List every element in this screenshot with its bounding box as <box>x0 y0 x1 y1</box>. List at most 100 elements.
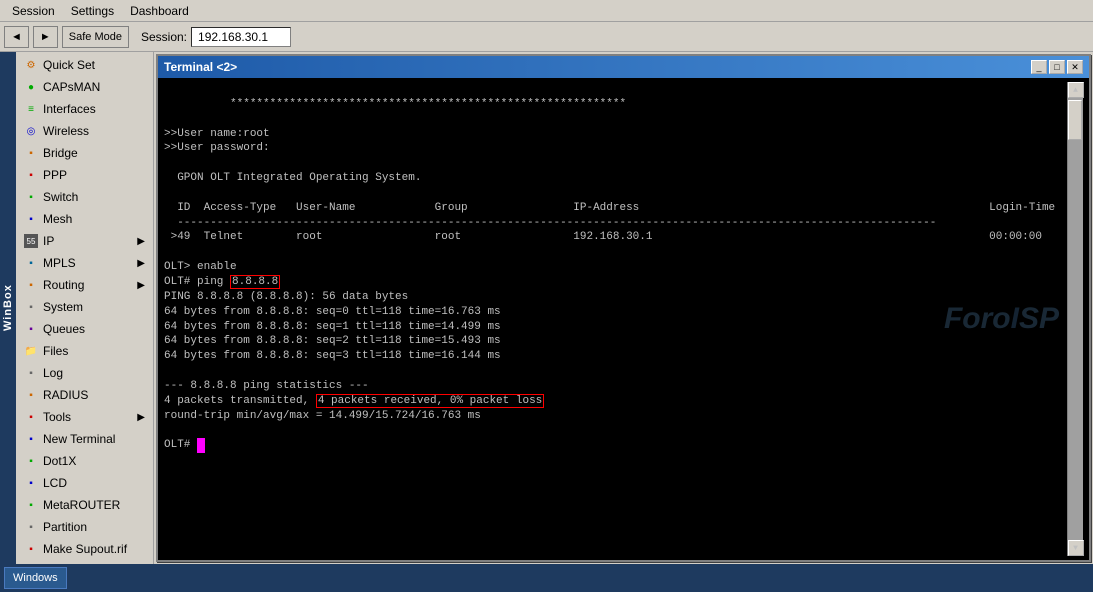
files-icon: 📁 <box>24 344 38 358</box>
sidebar-label-routing: Routing <box>43 278 84 292</box>
switch-icon: ▪ <box>24 190 38 204</box>
make-supout-icon: ▪ <box>24 542 38 556</box>
sidebar-item-ip[interactable]: 55 IP ▶ <box>16 230 153 252</box>
main-content: WinBox ⚙ Quick Set ● CAPsMAN ≡ Interface… <box>0 52 1093 564</box>
terminal-close-button[interactable]: ✕ <box>1067 60 1083 74</box>
sidebar-label-make-supout: Make Supout.rif <box>43 542 127 556</box>
sidebar-item-mpls[interactable]: ▪ MPLS ▶ <box>16 252 153 274</box>
menu-settings[interactable]: Settings <box>63 2 122 20</box>
system-icon: ▪ <box>24 300 38 314</box>
metarouter-icon: ▪ <box>24 498 38 512</box>
sidebar-item-capsman[interactable]: ● CAPsMAN <box>16 76 153 98</box>
sidebar-label-switch: Switch <box>43 190 78 204</box>
sidebar-item-make-supout[interactable]: ▪ Make Supout.rif <box>16 538 153 560</box>
scrollbar-track[interactable] <box>1068 98 1083 540</box>
routing-arrow: ▶ <box>137 280 145 291</box>
terminal-title: Terminal <2> <box>164 60 237 74</box>
ip-arrow: ▶ <box>137 236 145 247</box>
bottom-bar: Windows <box>0 564 1093 592</box>
sidebar-item-quick-set[interactable]: ⚙ Quick Set <box>16 54 153 76</box>
terminal-body[interactable]: ****************************************… <box>158 78 1089 560</box>
sidebar-label-tools: Tools <box>43 410 71 424</box>
sidebar-item-lcd[interactable]: ▪ LCD <box>16 472 153 494</box>
toolbar: ◄ ► Safe Mode Session: 192.168.30.1 <box>0 22 1093 52</box>
sidebar-item-queues[interactable]: ▪ Queues <box>16 318 153 340</box>
terminal-scrollbar: ▲ ▼ <box>1067 82 1083 556</box>
log-icon: ▪ <box>24 366 38 380</box>
sidebar: ⚙ Quick Set ● CAPsMAN ≡ Interfaces ◎ Wir… <box>16 52 154 564</box>
sidebar-label-new-terminal: New Terminal <box>43 432 115 446</box>
new-terminal-icon: ▪ <box>24 432 38 446</box>
terminal-controls: _ □ ✕ <box>1031 60 1083 74</box>
forward-button[interactable]: ► <box>33 26 58 48</box>
sidebar-item-ppp[interactable]: ▪ PPP <box>16 164 153 186</box>
ppp-icon: ▪ <box>24 168 38 182</box>
sidebar-item-routing[interactable]: ▪ Routing ▶ <box>16 274 153 296</box>
session-info: Session: 192.168.30.1 <box>141 27 291 47</box>
back-button[interactable]: ◄ <box>4 26 29 48</box>
queues-icon: ▪ <box>24 322 38 336</box>
sidebar-item-log[interactable]: ▪ Log <box>16 362 153 384</box>
sidebar-item-wireless[interactable]: ◎ Wireless <box>16 120 153 142</box>
sidebar-item-radius[interactable]: ▪ RADIUS <box>16 384 153 406</box>
terminal-maximize-button[interactable]: □ <box>1049 60 1065 74</box>
sidebar-item-switch[interactable]: ▪ Switch <box>16 186 153 208</box>
quick-set-icon: ⚙ <box>24 58 38 72</box>
safemode-button[interactable]: Safe Mode <box>62 26 129 48</box>
partition-icon: ▪ <box>24 520 38 534</box>
sidebar-item-mesh[interactable]: ▪ Mesh <box>16 208 153 230</box>
scrollbar-up-button[interactable]: ▲ <box>1068 82 1084 98</box>
menu-dashboard[interactable]: Dashboard <box>122 2 197 20</box>
terminal-content: ****************************************… <box>164 82 1067 556</box>
sidebar-label-queues: Queues <box>43 322 85 336</box>
sidebar-label-system: System <box>43 300 83 314</box>
session-value: 192.168.30.1 <box>191 27 291 47</box>
tools-arrow: ▶ <box>137 412 145 423</box>
sidebar-label-mpls: MPLS <box>43 256 76 270</box>
tools-icon: ▪ <box>24 410 38 424</box>
lcd-icon: ▪ <box>24 476 38 490</box>
sidebar-label-radius: RADIUS <box>43 388 88 402</box>
terminal-titlebar: Terminal <2> _ □ ✕ <box>158 56 1089 78</box>
dot1x-icon: ▪ <box>24 454 38 468</box>
sidebar-item-files[interactable]: 📁 Files <box>16 340 153 362</box>
mpls-icon: ▪ <box>24 256 38 270</box>
mesh-icon: ▪ <box>24 212 38 226</box>
sidebar-label-wireless: Wireless <box>43 124 89 138</box>
sidebar-label-mesh: Mesh <box>43 212 72 226</box>
sidebar-label-partition: Partition <box>43 520 87 534</box>
routing-icon: ▪ <box>24 278 38 292</box>
terminal-area: Terminal <2> _ □ ✕ *********************… <box>154 52 1093 564</box>
terminal-minimize-button[interactable]: _ <box>1031 60 1047 74</box>
ip-icon: 55 <box>24 234 38 248</box>
terminal-window: Terminal <2> _ □ ✕ *********************… <box>156 54 1091 562</box>
winbox-label: WinBox <box>0 52 16 564</box>
sidebar-item-bridge[interactable]: ▪ Bridge <box>16 142 153 164</box>
sidebar-item-partition[interactable]: ▪ Partition <box>16 516 153 538</box>
sidebar-item-system[interactable]: ▪ System <box>16 296 153 318</box>
sidebar-label-lcd: LCD <box>43 476 67 490</box>
windows-button[interactable]: Windows <box>4 567 67 589</box>
sidebar-item-new-terminal[interactable]: ▪ New Terminal <box>16 428 153 450</box>
menu-bar: Session Settings Dashboard <box>0 0 1093 22</box>
bridge-icon: ▪ <box>24 146 38 160</box>
mpls-arrow: ▶ <box>137 258 145 269</box>
sidebar-label-dot1x: Dot1X <box>43 454 76 468</box>
wireless-icon: ◎ <box>24 124 38 138</box>
sidebar-label-quick-set: Quick Set <box>43 58 95 72</box>
capsman-icon: ● <box>24 80 38 94</box>
sidebar-label-capsman: CAPsMAN <box>43 80 100 94</box>
sidebar-item-dot1x[interactable]: ▪ Dot1X <box>16 450 153 472</box>
scrollbar-thumb[interactable] <box>1068 100 1082 140</box>
sidebar-item-interfaces[interactable]: ≡ Interfaces <box>16 98 153 120</box>
sidebar-label-bridge: Bridge <box>43 146 78 160</box>
interfaces-icon: ≡ <box>24 102 38 116</box>
menu-session[interactable]: Session <box>4 2 63 20</box>
sidebar-item-metarouter[interactable]: ▪ MetaROUTER <box>16 494 153 516</box>
sidebar-label-metarouter: MetaROUTER <box>43 498 120 512</box>
scrollbar-down-button[interactable]: ▼ <box>1068 540 1084 556</box>
session-label: Session: <box>141 30 187 44</box>
sidebar-item-tools[interactable]: ▪ Tools ▶ <box>16 406 153 428</box>
sidebar-label-interfaces: Interfaces <box>43 102 96 116</box>
sidebar-label-ip: IP <box>43 234 54 248</box>
